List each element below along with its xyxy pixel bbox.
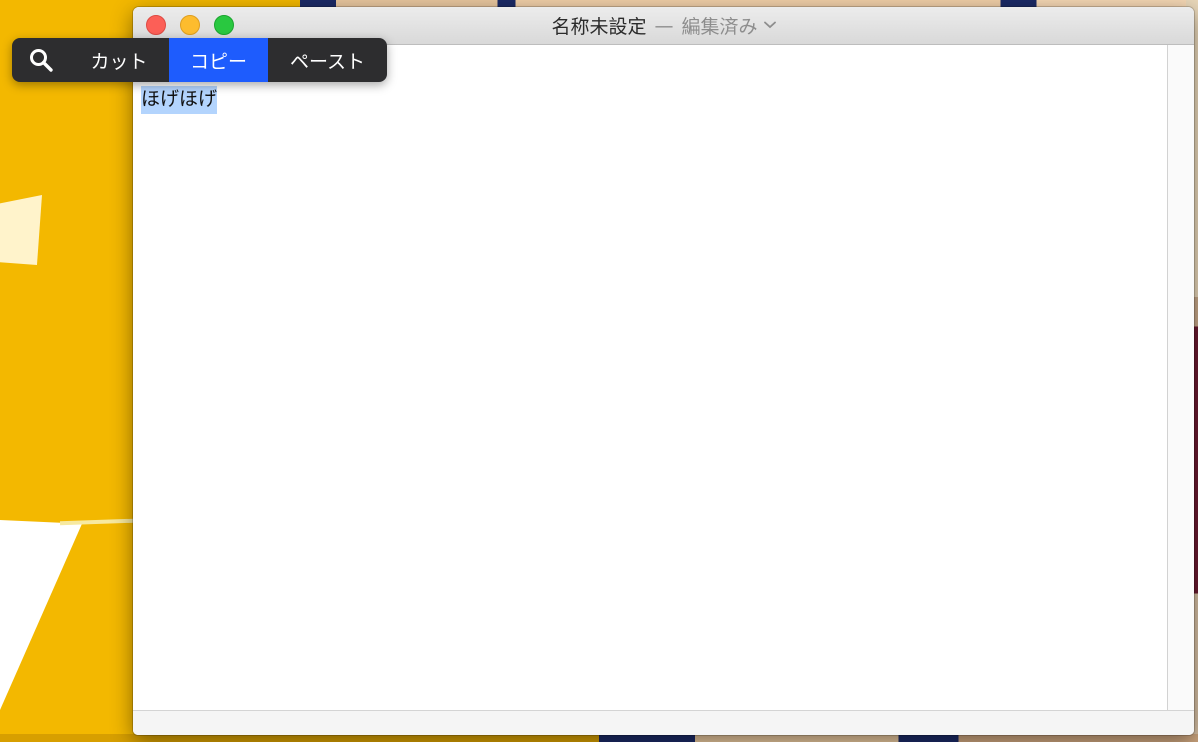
scroll-area xyxy=(1168,45,1194,710)
paste-button[interactable]: ペースト xyxy=(268,38,387,82)
window-bottom-bar xyxy=(133,710,1194,735)
selected-text[interactable]: ほげほげ xyxy=(141,86,218,114)
wallpaper-shape xyxy=(59,518,136,526)
desktop-wallpaper: 名称未設定 — 編集済み ほげほげ カット コピー ペースト xyxy=(0,0,1198,742)
magnifier-icon[interactable] xyxy=(12,38,69,82)
document-text[interactable]: ほげほげ xyxy=(141,86,218,114)
edit-menu-bar: カット コピー ペースト xyxy=(12,38,387,82)
chevron-down-icon[interactable] xyxy=(763,18,776,33)
wallpaper-shape xyxy=(0,195,42,265)
copy-button[interactable]: コピー xyxy=(169,38,268,82)
wallpaper-shape xyxy=(0,520,82,710)
edited-status: 編集済み xyxy=(681,16,758,38)
wallpaper-detail xyxy=(0,734,1198,742)
text-area[interactable]: ほげほげ xyxy=(133,45,1168,710)
document-title: 名称未設定 xyxy=(551,16,647,38)
cut-button[interactable]: カット xyxy=(69,38,169,82)
text-editor-window: 名称未設定 — 編集済み ほげほげ xyxy=(133,7,1194,735)
title-separator: — xyxy=(654,14,674,37)
